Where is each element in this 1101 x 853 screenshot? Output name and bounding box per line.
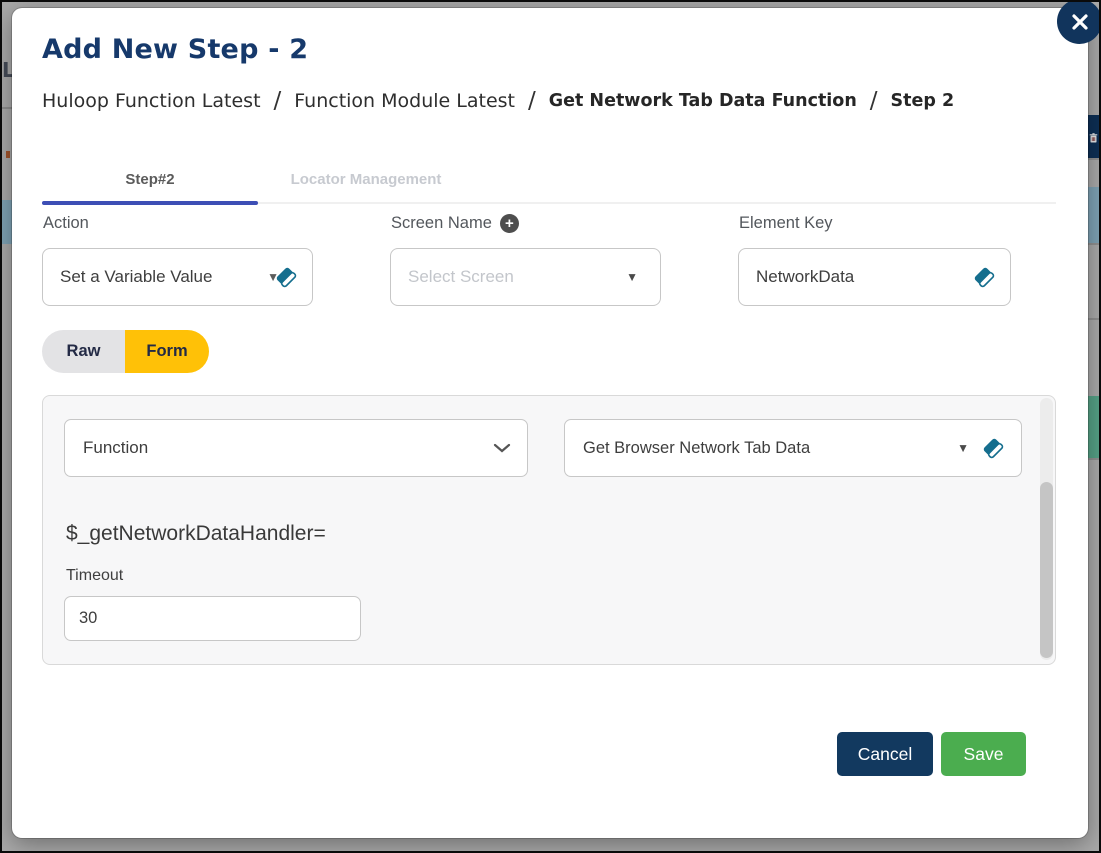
breadcrumb-item-sub-function[interactable]: Get Network Tab Data Function bbox=[549, 91, 857, 111]
modal-title: Add New Step - 2 bbox=[42, 34, 309, 65]
breadcrumb-item-function[interactable]: Huloop Function Latest bbox=[42, 90, 261, 112]
eraser-icon[interactable] bbox=[981, 437, 1005, 459]
raw-toggle-button[interactable]: Raw bbox=[42, 330, 125, 373]
background-row-divider bbox=[1088, 158, 1099, 160]
dimmed-page-backdrop: L Add New Step - 2 Huloop Function Lates… bbox=[0, 0, 1101, 853]
timeout-label: Timeout bbox=[66, 567, 124, 584]
function-type-select[interactable]: Function bbox=[64, 419, 528, 477]
background-marker bbox=[6, 151, 10, 158]
form-builder-panel: Function Get Browser Network Tab Data ▼ … bbox=[42, 395, 1056, 665]
cancel-button[interactable]: Cancel bbox=[837, 732, 933, 776]
function-name-select[interactable]: Get Browser Network Tab Data ▼ bbox=[564, 419, 1022, 477]
panel-scrollbar[interactable] bbox=[1040, 398, 1053, 660]
element-key-label-text: Element Key bbox=[739, 214, 833, 232]
background-blue-cell bbox=[2, 200, 12, 244]
screen-name-placeholder: Select Screen bbox=[408, 267, 514, 286]
breadcrumb-separator: / bbox=[273, 88, 282, 114]
background-toolbar-fragment bbox=[1088, 115, 1099, 160]
tab-bar: Step#2 Locator Management bbox=[42, 156, 1056, 205]
save-button[interactable]: Save bbox=[941, 732, 1026, 776]
add-screen-icon[interactable]: + bbox=[499, 214, 519, 233]
element-key-label: Element Key bbox=[739, 214, 833, 233]
caret-down-icon: ▼ bbox=[957, 441, 969, 455]
breadcrumb-item-module[interactable]: Function Module Latest bbox=[294, 90, 515, 112]
action-label: Action bbox=[43, 214, 89, 233]
breadcrumb-item-step: Step 2 bbox=[890, 91, 955, 111]
tab-step2[interactable]: Step#2 bbox=[42, 156, 258, 205]
background-green-cell bbox=[1088, 396, 1099, 458]
add-step-modal: Add New Step - 2 Huloop Function Latest … bbox=[12, 8, 1088, 838]
screen-name-label: Screen Name + bbox=[391, 214, 519, 233]
breadcrumb-separator: / bbox=[869, 88, 878, 114]
form-toggle-button[interactable]: Form bbox=[125, 330, 209, 373]
background-blue-cell bbox=[1088, 187, 1099, 245]
close-button[interactable] bbox=[1057, 2, 1099, 44]
screen-name-select[interactable]: Select Screen ▼ bbox=[390, 248, 661, 306]
raw-form-toggle: Raw Form bbox=[42, 330, 209, 373]
trash-icon bbox=[1089, 132, 1098, 142]
breadcrumb: Huloop Function Latest / Function Module… bbox=[42, 88, 954, 114]
screen-name-label-text: Screen Name bbox=[391, 214, 492, 232]
function-name-value: Get Browser Network Tab Data bbox=[583, 438, 811, 457]
element-key-input[interactable]: NetworkData bbox=[738, 248, 1011, 306]
element-key-value: NetworkData bbox=[756, 267, 855, 286]
tab-step2-label: Step#2 bbox=[125, 170, 175, 188]
function-type-value: Function bbox=[83, 438, 149, 457]
close-icon bbox=[1071, 13, 1088, 30]
action-value: Set a Variable Value bbox=[60, 267, 213, 286]
background-row-divider bbox=[1088, 318, 1099, 320]
action-select[interactable]: Set a Variable Value ▼ bbox=[42, 248, 313, 306]
tab-locator-management[interactable]: Locator Management bbox=[258, 156, 474, 202]
panel-scrollbar-thumb[interactable] bbox=[1040, 482, 1053, 658]
tab-locator-management-label: Locator Management bbox=[290, 170, 442, 188]
caret-down-icon: ▼ bbox=[626, 270, 638, 284]
eraser-icon[interactable] bbox=[972, 266, 996, 288]
chevron-down-icon bbox=[493, 443, 511, 453]
timeout-input[interactable] bbox=[64, 596, 361, 641]
background-row-divider bbox=[1088, 243, 1099, 245]
expression-text: $_getNetworkDataHandler= bbox=[66, 522, 326, 545]
breadcrumb-separator: / bbox=[527, 88, 536, 114]
action-label-text: Action bbox=[43, 214, 89, 232]
caret-down-icon: ▼ bbox=[267, 270, 279, 284]
background-row-divider bbox=[1088, 458, 1099, 460]
active-tab-underline bbox=[42, 201, 258, 205]
background-row-divider bbox=[2, 107, 12, 109]
